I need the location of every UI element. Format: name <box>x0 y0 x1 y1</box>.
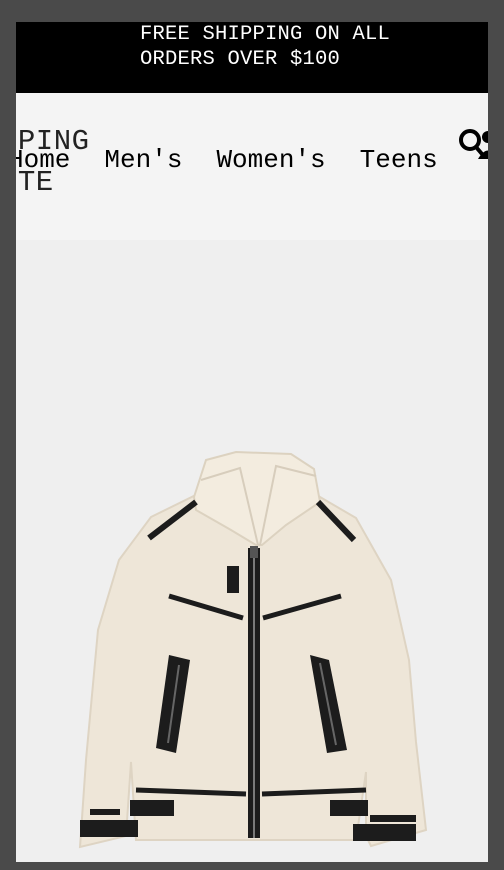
promo-text: FREE SHIPPING ON ALL ORDERS OVER $100 <box>140 23 391 71</box>
site-header: PPING ITE Home Men's Women's Teens <box>16 93 488 240</box>
nav-mens[interactable]: Men's <box>104 142 182 178</box>
promo-banner: FREE SHIPPING ON ALL ORDERS OVER $100 <box>16 22 488 93</box>
product-image-area <box>16 240 488 862</box>
nav-womens[interactable]: Women's <box>216 142 325 178</box>
header-icons <box>458 126 488 162</box>
page-viewport: FREE SHIPPING ON ALL ORDERS OVER $100 PP… <box>16 22 488 862</box>
search-icon[interactable] <box>458 126 488 162</box>
shearling-jacket-image[interactable] <box>16 240 488 862</box>
nav-home[interactable]: Home <box>16 142 70 178</box>
nav-teens[interactable]: Teens <box>360 142 438 178</box>
main-nav: Home Men's Women's Teens <box>16 142 472 178</box>
